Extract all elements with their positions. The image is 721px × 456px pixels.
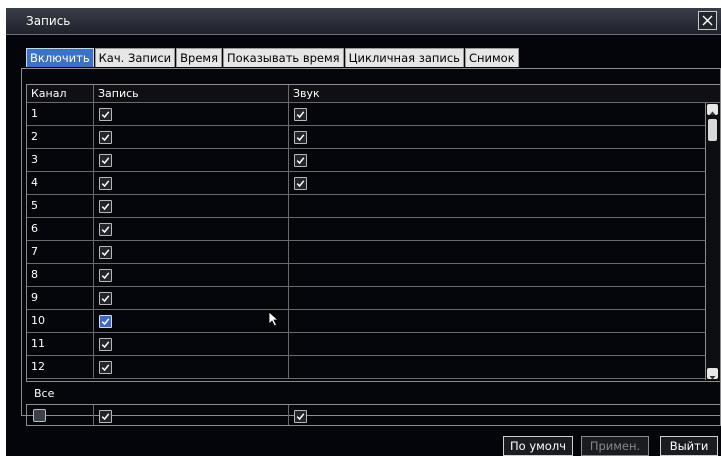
default-button[interactable]: По умолч	[503, 436, 573, 456]
audio-cell	[289, 195, 705, 217]
record-settings-window: Запись Включить Кач. Записи Время Показыват…	[6, 8, 721, 456]
channel-number: 4	[27, 172, 94, 194]
record-checkbox[interactable]	[99, 223, 112, 236]
audio-cell	[289, 103, 705, 125]
channel-number: 9	[27, 287, 94, 309]
tab-0[interactable]: Включить	[26, 48, 94, 67]
audio-cell	[289, 333, 705, 355]
record-checkbox[interactable]	[99, 108, 112, 121]
vertical-scrollbar[interactable]	[705, 103, 720, 380]
table-row: 10	[27, 310, 720, 333]
record-cell	[94, 218, 289, 240]
record-checkbox[interactable]	[99, 200, 112, 213]
record-cell	[94, 195, 289, 217]
record-checkbox[interactable]	[99, 315, 112, 328]
table-row: 5	[27, 195, 720, 218]
channel-number: 12	[27, 356, 94, 378]
scroll-up-icon[interactable]	[707, 104, 718, 115]
record-checkbox[interactable]	[99, 131, 112, 144]
title-bar: Запись	[6, 8, 721, 35]
all-label: Все	[34, 387, 55, 400]
audio-cell	[289, 149, 705, 171]
channel-number: 6	[27, 218, 94, 240]
audio-cell	[289, 356, 705, 378]
audio-cell	[289, 172, 705, 194]
table-row: 6	[27, 218, 720, 241]
table-row: 4	[27, 172, 720, 195]
audio-cell	[289, 241, 705, 263]
record-checkbox[interactable]	[99, 246, 112, 259]
table-row: 11	[27, 333, 720, 356]
table-row: 7	[27, 241, 720, 264]
audio-checkbox[interactable]	[294, 108, 307, 121]
tab-2[interactable]: Время	[176, 48, 223, 67]
record-cell	[94, 356, 289, 378]
record-cell	[94, 126, 289, 148]
record-cell	[94, 172, 289, 194]
all-audio-checkbox[interactable]	[294, 410, 307, 423]
record-checkbox[interactable]	[99, 338, 112, 351]
channel-number: 10	[27, 310, 94, 332]
channel-number: 1	[27, 103, 94, 125]
record-checkbox[interactable]	[99, 154, 112, 167]
channel-number: 5	[27, 195, 94, 217]
exit-button[interactable]: Выйти	[660, 436, 718, 456]
audio-cell	[289, 218, 705, 240]
record-checkbox[interactable]	[99, 177, 112, 190]
channel-number: 3	[27, 149, 94, 171]
record-checkbox[interactable]	[99, 292, 112, 305]
table-row: 2	[27, 126, 720, 149]
record-checkbox[interactable]	[99, 269, 112, 282]
record-cell	[94, 310, 289, 332]
window-title: Запись	[26, 14, 71, 28]
tab-bar: Включить Кач. Записи Время Показывать время…	[26, 48, 520, 68]
record-cell	[94, 103, 289, 125]
column-header: Запись	[94, 85, 289, 102]
record-checkbox[interactable]	[99, 361, 112, 374]
all-record-checkbox[interactable]	[99, 410, 112, 423]
audio-checkbox[interactable]	[294, 154, 307, 167]
table-row: 9	[27, 287, 720, 310]
column-header: Канал	[27, 85, 94, 102]
record-cell	[94, 241, 289, 263]
record-cell	[94, 333, 289, 355]
table-row: 8	[27, 264, 720, 287]
table-row: 12	[27, 356, 720, 379]
channel-number: 11	[27, 333, 94, 355]
audio-checkbox[interactable]	[294, 131, 307, 144]
tab-3[interactable]: Показывать время	[223, 48, 344, 67]
all-row	[26, 404, 721, 426]
table-header: Канал Запись Звук	[27, 85, 720, 103]
channel-number: 7	[27, 241, 94, 263]
audio-cell	[289, 310, 705, 332]
audio-cell	[289, 126, 705, 148]
channel-number: 8	[27, 264, 94, 286]
select-all-checkbox[interactable]	[33, 409, 46, 422]
column-header: Звук	[293, 87, 320, 100]
audio-cell	[289, 287, 705, 309]
tab-5[interactable]: Снимок	[464, 48, 519, 67]
tab-1[interactable]: Кач. Записи	[94, 48, 176, 67]
scroll-down-icon[interactable]	[707, 368, 718, 380]
audio-cell	[289, 264, 705, 286]
scroll-thumb[interactable]	[708, 119, 717, 141]
table-row: 1	[27, 103, 720, 126]
tab-4[interactable]: Цикличная запись	[344, 48, 464, 67]
record-cell	[94, 287, 289, 309]
audio-checkbox[interactable]	[294, 177, 307, 190]
mouse-cursor-icon	[268, 311, 280, 327]
apply-button[interactable]: Примен.	[581, 436, 649, 456]
tab-panel: Канал Запись Звук 1 2 3 4 5 6 7 8 9 10 11 12 Все	[21, 68, 721, 426]
close-icon[interactable]	[698, 11, 717, 30]
table-row: 3	[27, 149, 720, 172]
record-cell	[94, 149, 289, 171]
record-cell	[94, 264, 289, 286]
channel-number: 2	[27, 126, 94, 148]
channel-table: Канал Запись Звук 1 2 3 4 5 6 7 8 9 10 11 12	[26, 84, 721, 382]
